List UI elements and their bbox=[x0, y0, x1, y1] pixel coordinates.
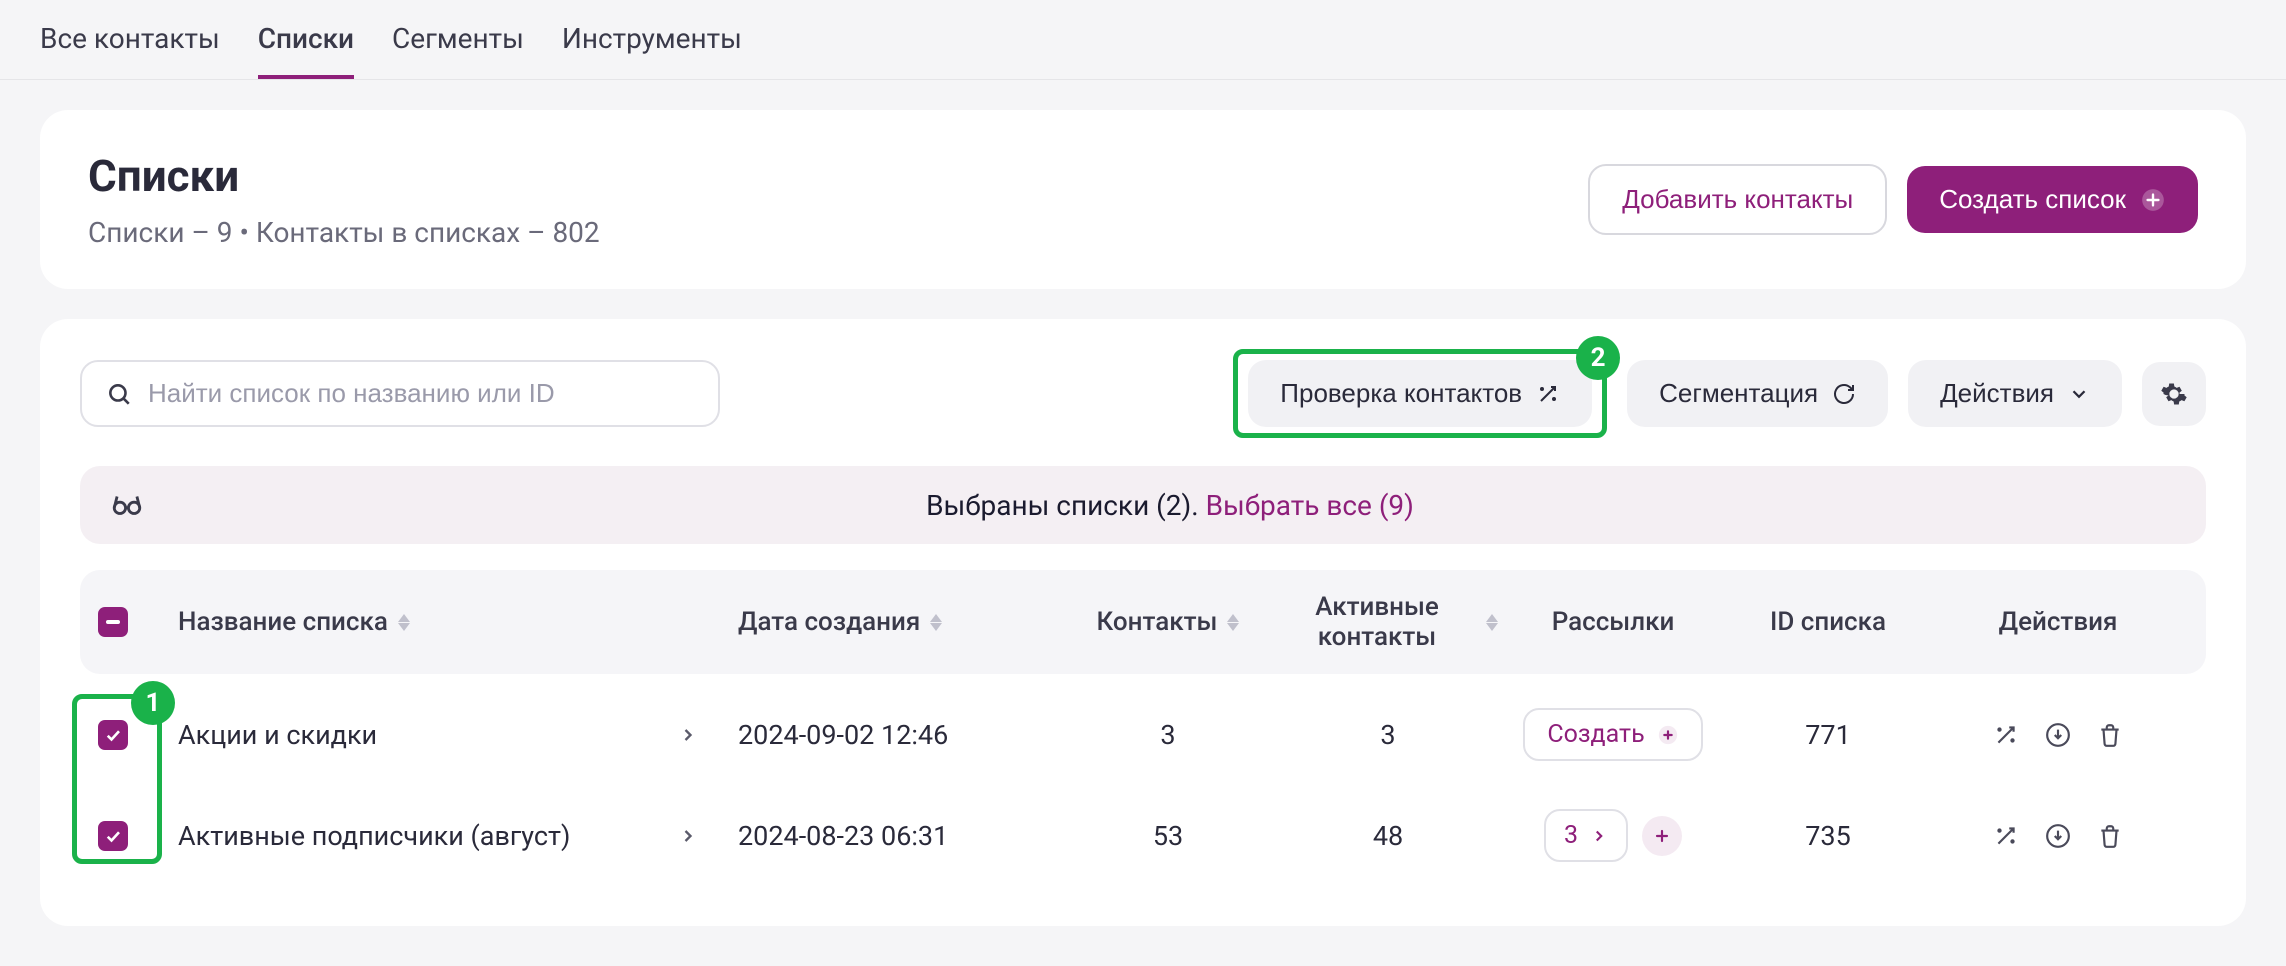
search-input[interactable] bbox=[148, 378, 694, 409]
chevron-down-icon bbox=[2068, 383, 2090, 405]
sort-icon bbox=[398, 614, 410, 631]
row-created: 2024-09-02 12:46 bbox=[738, 719, 1058, 751]
tab-lists[interactable]: Списки bbox=[258, 22, 354, 79]
chevron-right-icon[interactable] bbox=[678, 725, 698, 745]
sort-icon bbox=[1227, 614, 1239, 631]
create-list-button[interactable]: Создать список bbox=[1907, 166, 2198, 233]
nav-tabs: Все контакты Списки Сегменты Инструменты bbox=[0, 0, 2286, 80]
magic-wand-icon[interactable] bbox=[1993, 823, 2019, 849]
sort-icon bbox=[1486, 614, 1498, 631]
glasses-icon bbox=[110, 488, 144, 522]
trash-icon[interactable] bbox=[2097, 823, 2123, 849]
download-icon[interactable] bbox=[2045, 722, 2071, 748]
row-contacts: 3 bbox=[1058, 719, 1278, 751]
row-checkbox[interactable] bbox=[98, 821, 128, 851]
table-header: Название списка Дата создания Контакты bbox=[80, 570, 2206, 674]
selection-banner: Выбраны списки (2). Выбрать все (9) bbox=[80, 466, 2206, 544]
create-campaign-pill[interactable]: Создать bbox=[1523, 708, 1702, 761]
col-campaigns: Рассылки bbox=[1498, 607, 1728, 637]
row-active: 3 bbox=[1278, 719, 1498, 751]
magic-wand-icon bbox=[1536, 382, 1560, 406]
page-subtitle: Списки – 9 • Контакты в списках – 802 bbox=[88, 216, 600, 249]
col-created-label: Дата создания bbox=[738, 607, 920, 637]
chevron-right-icon[interactable] bbox=[678, 826, 698, 846]
segmentation-button[interactable]: Сегментация bbox=[1627, 360, 1888, 427]
row-name[interactable]: Акции и скидки bbox=[178, 719, 377, 751]
toolbar: 2 Проверка контактов Сегментация Действи… bbox=[80, 349, 2206, 438]
col-contacts-label: Контакты bbox=[1097, 607, 1218, 637]
plus-circle-icon bbox=[2140, 187, 2166, 213]
col-actions: Действия bbox=[1928, 607, 2188, 637]
content-panel: 2 Проверка контактов Сегментация Действи… bbox=[40, 319, 2246, 926]
page-title: Списки bbox=[88, 150, 600, 202]
row-checkbox[interactable] bbox=[98, 720, 128, 750]
row-name[interactable]: Активные подписчики (август) bbox=[178, 820, 570, 852]
plus-icon bbox=[1652, 826, 1672, 846]
col-id: ID списка bbox=[1728, 607, 1928, 637]
search-icon bbox=[106, 381, 132, 407]
col-created[interactable]: Дата создания bbox=[738, 607, 1058, 637]
refresh-icon bbox=[1832, 382, 1856, 406]
table-body: 1 Акции и скидки 2024-09-02 12:46 3 3 bbox=[80, 684, 2206, 886]
chevron-right-icon bbox=[1590, 827, 1608, 845]
page-header: Списки Списки – 9 • Контакты в списках –… bbox=[40, 110, 2246, 289]
select-all-checkbox[interactable] bbox=[98, 607, 128, 637]
row-id: 771 bbox=[1728, 719, 1928, 751]
add-campaign-button[interactable] bbox=[1642, 816, 1682, 856]
col-actions-label: Действия bbox=[1999, 607, 2118, 637]
create-campaign-label: Создать bbox=[1547, 720, 1644, 749]
table-row: Активные подписчики (август) 2024-08-23 … bbox=[80, 785, 2206, 886]
select-all-link[interactable]: Выбрать все (9) bbox=[1206, 489, 1414, 522]
create-list-label: Создать список bbox=[1939, 184, 2126, 215]
col-active-label: Активные контакты bbox=[1278, 592, 1476, 652]
check-contacts-label: Проверка контактов bbox=[1280, 378, 1522, 409]
segmentation-label: Сегментация bbox=[1659, 378, 1818, 409]
row-created: 2024-08-23 06:31 bbox=[738, 820, 1058, 852]
check-contacts-button[interactable]: Проверка контактов bbox=[1248, 360, 1592, 427]
row-active: 48 bbox=[1278, 820, 1498, 852]
settings-button[interactable] bbox=[2142, 362, 2206, 426]
col-name-label: Название списка bbox=[178, 607, 388, 637]
col-name[interactable]: Название списка bbox=[178, 607, 738, 637]
col-id-label: ID списка bbox=[1770, 607, 1886, 637]
campaigns-count-label: 3 bbox=[1564, 821, 1578, 850]
actions-dropdown[interactable]: Действия bbox=[1908, 360, 2122, 427]
actions-label: Действия bbox=[1940, 378, 2054, 409]
magic-wand-icon[interactable] bbox=[1993, 722, 2019, 748]
row-id: 735 bbox=[1728, 820, 1928, 852]
table-row: Акции и скидки 2024-09-02 12:46 3 3 Созд… bbox=[80, 684, 2206, 785]
sort-icon bbox=[930, 614, 942, 631]
search-container bbox=[80, 360, 720, 427]
tab-segments[interactable]: Сегменты bbox=[392, 22, 524, 79]
col-active[interactable]: Активные контакты bbox=[1278, 592, 1498, 652]
selection-text: Выбраны списки (2). bbox=[926, 489, 1199, 522]
row-contacts: 53 bbox=[1058, 820, 1278, 852]
trash-icon[interactable] bbox=[2097, 722, 2123, 748]
callout-2-badge: 2 bbox=[1576, 336, 1620, 380]
col-contacts[interactable]: Контакты bbox=[1058, 607, 1278, 637]
campaigns-count-pill[interactable]: 3 bbox=[1544, 809, 1628, 862]
add-contacts-button[interactable]: Добавить контакты bbox=[1588, 164, 1887, 235]
plus-circle-icon bbox=[1657, 724, 1679, 746]
lists-table: Название списка Дата создания Контакты bbox=[80, 570, 2206, 886]
callout-2: 2 Проверка контактов bbox=[1233, 349, 1607, 438]
download-icon[interactable] bbox=[2045, 823, 2071, 849]
tab-all-contacts[interactable]: Все контакты bbox=[40, 22, 220, 79]
col-campaigns-label: Рассылки bbox=[1552, 607, 1675, 637]
gear-icon bbox=[2160, 380, 2188, 408]
tab-tools[interactable]: Инструменты bbox=[562, 22, 742, 79]
